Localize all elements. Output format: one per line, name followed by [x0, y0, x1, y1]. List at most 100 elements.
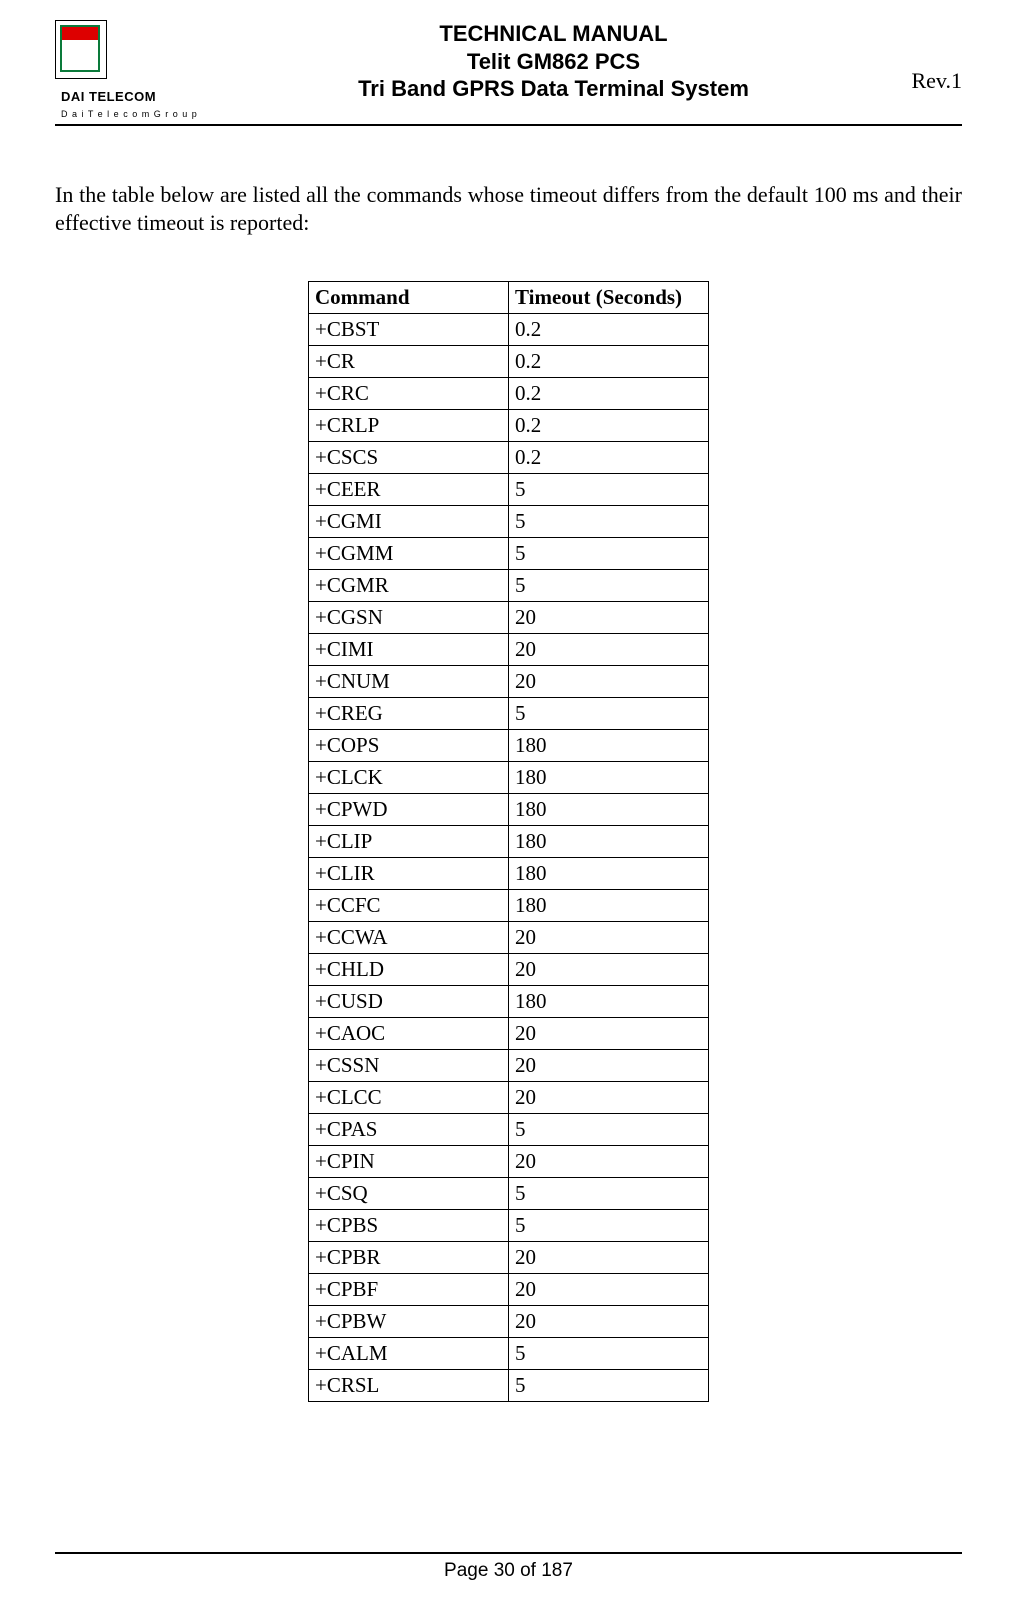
- cell-command: +COPS: [309, 730, 509, 762]
- cell-command: +CLCK: [309, 762, 509, 794]
- table-row: +CRSL5: [309, 1370, 709, 1402]
- table-header-command: Command: [309, 282, 509, 314]
- cell-timeout: 5: [509, 506, 709, 538]
- cell-timeout: 180: [509, 986, 709, 1018]
- header-divider: [55, 124, 962, 126]
- table-header-timeout: Timeout (Seconds): [509, 282, 709, 314]
- table-row: +CLIP180: [309, 826, 709, 858]
- page-number: Page 30 of 187: [444, 1560, 573, 1581]
- footer-divider: [55, 1552, 962, 1554]
- table-row: +CGMI5: [309, 506, 709, 538]
- cell-command: +CPIN: [309, 1146, 509, 1178]
- cell-timeout: 180: [509, 762, 709, 794]
- brand-sub: D a i T e l e c o m G r o u p: [61, 109, 198, 119]
- brand-logo-icon: [55, 20, 107, 79]
- table-row: +CIMI20: [309, 634, 709, 666]
- title-line-1: TECHNICAL MANUAL: [225, 20, 882, 48]
- cell-timeout: 20: [509, 666, 709, 698]
- cell-timeout: 180: [509, 858, 709, 890]
- cell-command: +CPBR: [309, 1242, 509, 1274]
- cell-timeout: 180: [509, 794, 709, 826]
- cell-command: +CEER: [309, 474, 509, 506]
- table-row: +CREG5: [309, 698, 709, 730]
- page: DAI TELECOM D a i T e l e c o m G r o u …: [0, 0, 1017, 1607]
- cell-command: +CPBW: [309, 1306, 509, 1338]
- title-line-3: Tri Band GPRS Data Terminal System: [225, 75, 882, 103]
- table-row: +CSCS0.2: [309, 442, 709, 474]
- cell-timeout: 5: [509, 1210, 709, 1242]
- cell-command: +CRC: [309, 378, 509, 410]
- table-row: +CPIN20: [309, 1146, 709, 1178]
- cell-timeout: 5: [509, 1338, 709, 1370]
- cell-timeout: 0.2: [509, 410, 709, 442]
- cell-command: +CGMR: [309, 570, 509, 602]
- table-row: +CGSN20: [309, 602, 709, 634]
- table-row: +CR0.2: [309, 346, 709, 378]
- cell-command: +CCWA: [309, 922, 509, 954]
- cell-command: +CHLD: [309, 954, 509, 986]
- cell-command: +CLIR: [309, 858, 509, 890]
- cell-command: +CPBF: [309, 1274, 509, 1306]
- table-row: +CAOC20: [309, 1018, 709, 1050]
- cell-command: +CSQ: [309, 1178, 509, 1210]
- cell-command: +CPAS: [309, 1114, 509, 1146]
- cell-timeout: 20: [509, 1050, 709, 1082]
- cell-command: +CPWD: [309, 794, 509, 826]
- table-row: +CPBR20: [309, 1242, 709, 1274]
- cell-timeout: 0.2: [509, 442, 709, 474]
- cell-command: +CIMI: [309, 634, 509, 666]
- header: DAI TELECOM D a i T e l e c o m G r o u …: [55, 20, 962, 120]
- cell-timeout: 5: [509, 1370, 709, 1402]
- cell-command: +CUSD: [309, 986, 509, 1018]
- table-row: +CPBW20: [309, 1306, 709, 1338]
- table-row: +CGMR5: [309, 570, 709, 602]
- cell-command: +CREG: [309, 698, 509, 730]
- cell-command: +CGMI: [309, 506, 509, 538]
- cell-command: +CSSN: [309, 1050, 509, 1082]
- logo-block: DAI TELECOM D a i T e l e c o m G r o u …: [55, 20, 225, 120]
- cell-command: +CALM: [309, 1338, 509, 1370]
- intro-paragraph: In the table below are listed all the co…: [55, 181, 962, 236]
- table-row: +CUSD180: [309, 986, 709, 1018]
- cell-command: +CAOC: [309, 1018, 509, 1050]
- footer: Page 30 of 187: [55, 1552, 962, 1582]
- table-row: +CCWA20: [309, 922, 709, 954]
- cell-command: +CPBS: [309, 1210, 509, 1242]
- cell-timeout: 20: [509, 1242, 709, 1274]
- cell-command: +CLCC: [309, 1082, 509, 1114]
- table-row: +CGMM5: [309, 538, 709, 570]
- cell-command: +CRSL: [309, 1370, 509, 1402]
- cell-command: +CRLP: [309, 410, 509, 442]
- cell-timeout: 180: [509, 890, 709, 922]
- cell-timeout: 0.2: [509, 314, 709, 346]
- cell-timeout: 20: [509, 922, 709, 954]
- cell-timeout: 5: [509, 538, 709, 570]
- cell-command: +CSCS: [309, 442, 509, 474]
- cell-command: +CGMM: [309, 538, 509, 570]
- cell-command: +CR: [309, 346, 509, 378]
- cell-timeout: 20: [509, 1082, 709, 1114]
- table-row: +CSQ5: [309, 1178, 709, 1210]
- table-header-row: Command Timeout (Seconds): [309, 282, 709, 314]
- revision: Rev.1: [882, 20, 962, 94]
- table-row: +CPBS5: [309, 1210, 709, 1242]
- cell-command: +CBST: [309, 314, 509, 346]
- table-row: +CLIR180: [309, 858, 709, 890]
- cell-timeout: 180: [509, 826, 709, 858]
- table-row: +CRLP0.2: [309, 410, 709, 442]
- cell-timeout: 20: [509, 634, 709, 666]
- cell-command: +CNUM: [309, 666, 509, 698]
- table-row: +CSSN20: [309, 1050, 709, 1082]
- cell-timeout: 5: [509, 698, 709, 730]
- cell-timeout: 5: [509, 1178, 709, 1210]
- table-row: +CLCC20: [309, 1082, 709, 1114]
- timeout-table: Command Timeout (Seconds) +CBST0.2+CR0.2…: [308, 281, 709, 1402]
- cell-command: +CCFC: [309, 890, 509, 922]
- table-row: +CPWD180: [309, 794, 709, 826]
- cell-timeout: 20: [509, 1018, 709, 1050]
- table-row: +CCFC180: [309, 890, 709, 922]
- cell-timeout: 20: [509, 954, 709, 986]
- title-line-2: Telit GM862 PCS: [225, 48, 882, 76]
- cell-timeout: 180: [509, 730, 709, 762]
- table-row: +CALM5: [309, 1338, 709, 1370]
